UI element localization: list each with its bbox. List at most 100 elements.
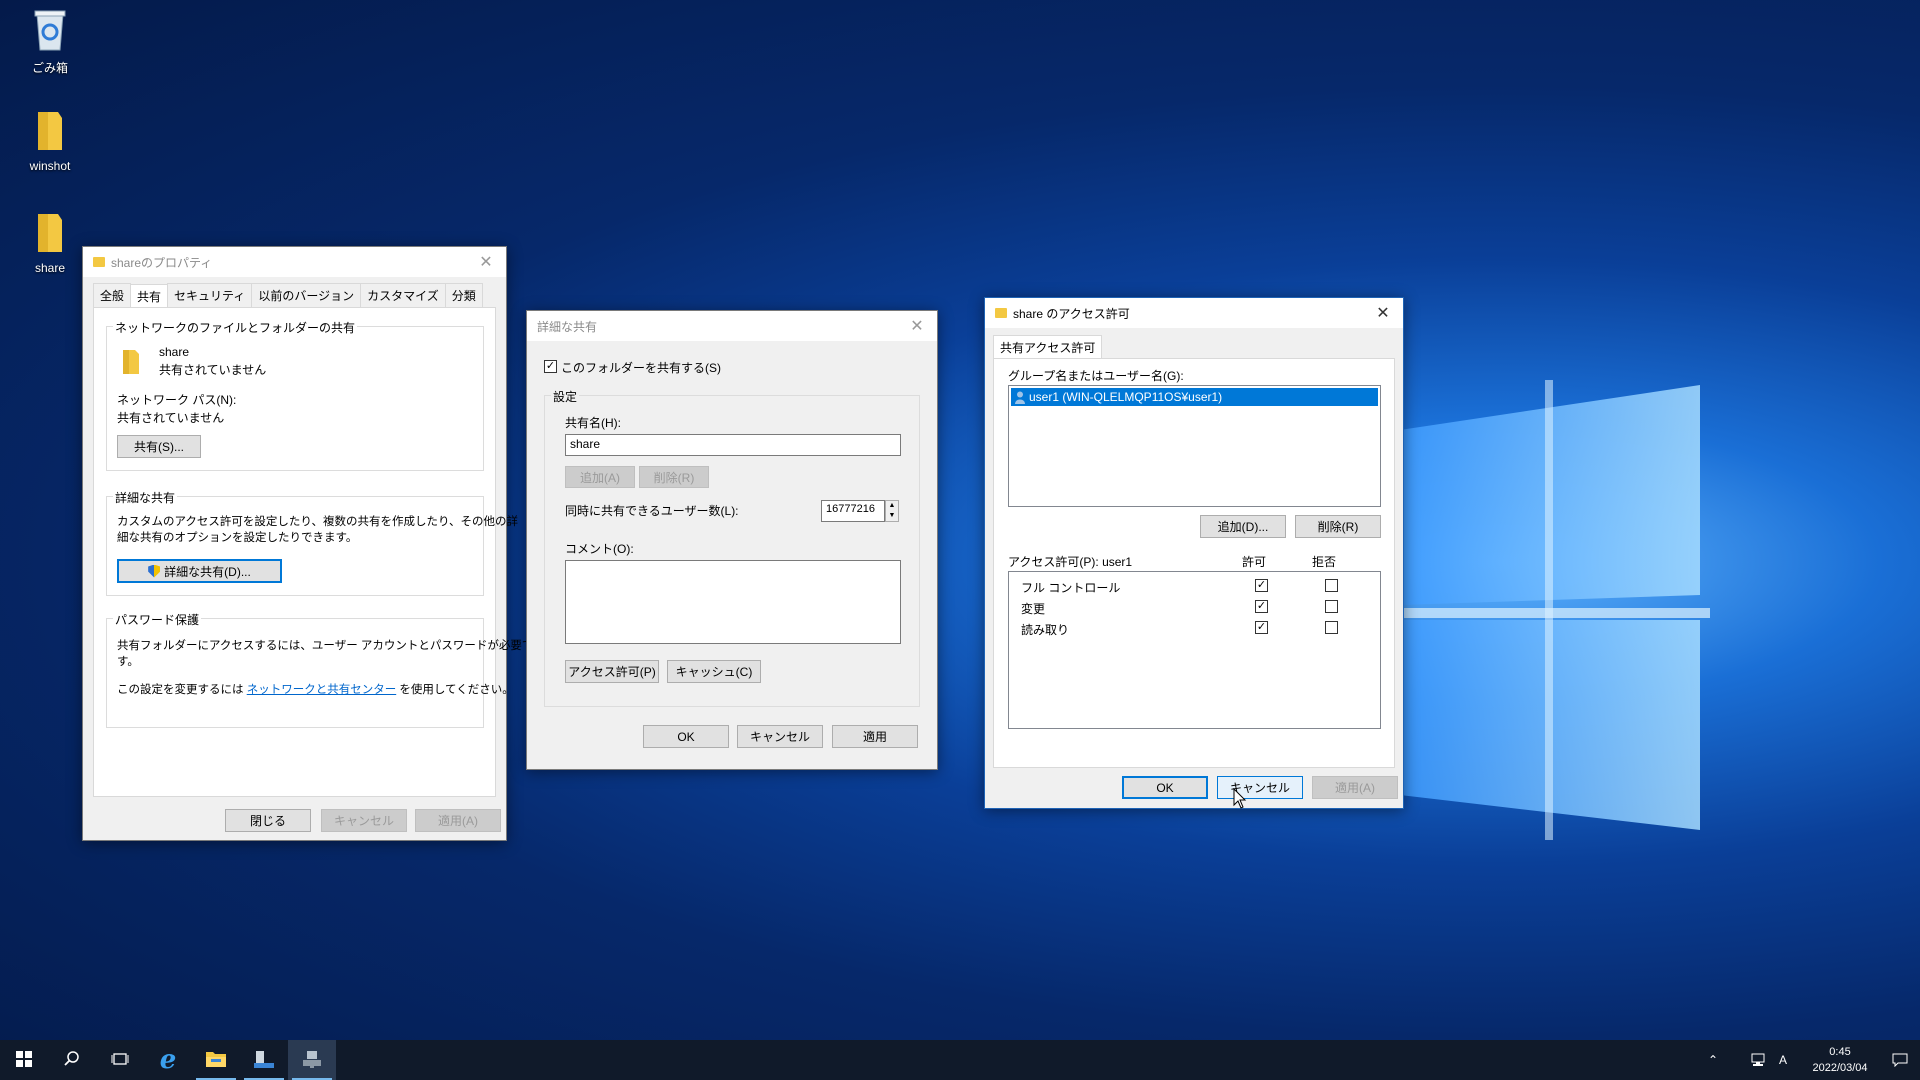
close-icon[interactable]: ✕: [897, 311, 937, 341]
apply-button[interactable]: 適用(A): [1312, 776, 1398, 799]
change-setting-text: この設定を変更するには ネットワークと共有センター を使用してください。: [117, 681, 514, 697]
user-limit-spinner[interactable]: ▲ ▼: [885, 500, 899, 522]
properties-titlebar[interactable]: shareのプロパティ ✕: [83, 247, 506, 277]
user-list-item[interactable]: user1 (WIN-QLELMQP11OS¥user1): [1011, 388, 1378, 406]
advanced-titlebar[interactable]: 詳細な共有 ✕: [527, 311, 937, 341]
desktop-icon-recycle-bin[interactable]: ごみ箱: [10, 8, 90, 76]
allow-checkbox[interactable]: ✓: [1255, 579, 1268, 592]
deny-checkbox[interactable]: [1325, 579, 1338, 592]
internet-explorer-button[interactable]: e: [144, 1040, 192, 1080]
network-path-label: ネットワーク パス(N):: [117, 393, 237, 407]
group-label: パスワード保護: [113, 611, 202, 628]
allow-checkbox[interactable]: ✓: [1255, 621, 1268, 634]
tab-general[interactable]: 全般: [93, 283, 132, 309]
remove-user-button[interactable]: 削除(R): [1295, 515, 1381, 538]
add-user-button[interactable]: 追加(D)...: [1200, 515, 1286, 538]
close-button[interactable]: 閉じる: [225, 809, 311, 832]
search-button[interactable]: [48, 1040, 96, 1080]
user-list: user1 (WIN-QLELMQP11OS¥user1): [1008, 385, 1381, 507]
user-icon: [1015, 391, 1025, 404]
start-button[interactable]: [0, 1040, 48, 1080]
share-button[interactable]: 共有(S)...: [117, 435, 201, 458]
desktop-icon-label: ごみ箱: [31, 61, 68, 75]
change-suffix: を使用してください。: [399, 684, 514, 696]
permissions-titlebar[interactable]: share のアクセス許可 ✕: [985, 298, 1403, 328]
permission-row: 読み取り ✓: [1009, 618, 1380, 638]
cancel-button[interactable]: キャンセル: [1217, 776, 1303, 799]
chevron-up-icon[interactable]: ⌃: [1698, 1053, 1728, 1067]
clock-time: 0:45: [1829, 1046, 1851, 1058]
settings-group: 設定 共有名(H): share 追加(A) 削除(R) 同時に共有できるユーザ…: [544, 388, 920, 707]
network-app-button[interactable]: [288, 1040, 336, 1080]
permission-row: フル コントロール ✓: [1009, 576, 1380, 596]
close-icon[interactable]: ✕: [466, 247, 506, 277]
recycle-bin-icon: [10, 8, 90, 55]
apply-button[interactable]: 適用(A): [415, 809, 501, 832]
deny-checkbox[interactable]: [1325, 621, 1338, 634]
desktop-icon-share[interactable]: share: [10, 212, 90, 275]
remove-share-button[interactable]: 削除(R): [639, 466, 709, 488]
caching-button[interactable]: キャッシュ(C): [667, 660, 761, 683]
tab-classification[interactable]: 分類: [444, 283, 483, 309]
deny-checkbox[interactable]: [1325, 600, 1338, 613]
group-user-label: グループ名またはユーザー名(G):: [1008, 369, 1184, 383]
dialog-title: share のアクセス許可: [1013, 306, 1130, 321]
desktop-icon-winshot[interactable]: winshot: [10, 110, 90, 173]
permissions-list: フル コントロール ✓ 変更 ✓ 読み取り ✓: [1008, 571, 1381, 729]
folder-name: share: [159, 345, 190, 359]
deny-header: 拒否: [1312, 555, 1337, 569]
network-app-icon: [301, 1049, 323, 1072]
dialog-title: shareのプロパティ: [111, 255, 213, 270]
permission-row: 変更 ✓: [1009, 597, 1380, 617]
folder-icon: [10, 110, 90, 155]
password-line2: す。: [117, 656, 139, 668]
clock[interactable]: 0:45 2022/03/04: [1800, 1044, 1880, 1076]
file-explorer-button[interactable]: [192, 1040, 240, 1080]
change-prefix: この設定を変更するには: [117, 684, 244, 696]
permission-name: フル コントロール: [1021, 581, 1121, 595]
permissions-tabs: 共有アクセス許可: [985, 328, 1403, 361]
spin-down-icon[interactable]: ▼: [889, 512, 896, 519]
clock-date: 2022/03/04: [1812, 1062, 1868, 1074]
tab-security[interactable]: セキュリティ: [167, 283, 253, 309]
add-share-button[interactable]: 追加(A): [565, 466, 635, 488]
task-view-icon: [111, 1051, 129, 1070]
folder-icon: [10, 212, 90, 257]
ok-button[interactable]: OK: [1122, 776, 1208, 799]
cancel-button[interactable]: キャンセル: [321, 809, 407, 832]
apply-button[interactable]: 適用: [832, 725, 918, 748]
group-label: ネットワークのファイルとフォルダーの共有: [113, 319, 358, 336]
server-manager-button[interactable]: [240, 1040, 288, 1080]
network-sharing-center-link[interactable]: ネットワークと共有センター: [247, 684, 397, 696]
task-view-button[interactable]: [96, 1040, 144, 1080]
close-icon[interactable]: ✕: [1363, 298, 1403, 328]
allow-checkbox[interactable]: ✓: [1255, 600, 1268, 613]
spin-up-icon[interactable]: ▲: [889, 502, 896, 509]
share-name-label: 共有名(H):: [565, 416, 621, 430]
share-folder-checkbox[interactable]: ✓: [544, 360, 557, 373]
advanced-sharing-dialog: 詳細な共有 ✕ ✓ このフォルダーを共有する(S) 設定 共有名(H): sha…: [526, 310, 938, 770]
internet-explorer-icon: e: [159, 1045, 177, 1075]
password-protection-group: パスワード保護 共有フォルダーにアクセスするには、ユーザー アカウントとパスワー…: [106, 611, 533, 728]
share-properties-dialog: shareのプロパティ ✕ 全般 共有 セキュリティ 以前のバージョン カスタマ…: [82, 246, 533, 841]
permissions-button[interactable]: アクセス許可(P): [565, 660, 659, 683]
tab-previous-versions[interactable]: 以前のバージョン: [251, 283, 362, 309]
user-limit-input[interactable]: 16777216: [821, 500, 885, 522]
network-icon[interactable]: [1744, 1053, 1772, 1067]
comment-textarea[interactable]: [565, 560, 901, 644]
share-name-input[interactable]: share: [565, 434, 901, 456]
dialog-title: 詳細な共有: [537, 319, 598, 334]
search-icon: [64, 1050, 80, 1070]
network-path-value: 共有されていません: [117, 411, 225, 425]
folder-icon: [93, 257, 105, 267]
tab-customize[interactable]: カスタマイズ: [360, 283, 446, 309]
ok-button[interactable]: OK: [643, 725, 729, 748]
notification-icon[interactable]: [1880, 1053, 1920, 1067]
cancel-button[interactable]: キャンセル: [737, 725, 823, 748]
share-permissions-panel: グループ名またはユーザー名(G): user1 (WIN-QLELMQP11OS…: [993, 358, 1395, 768]
ime-indicator[interactable]: A: [1772, 1053, 1794, 1067]
desktop-icon-label: share: [34, 261, 66, 275]
share-permissions-dialog: share のアクセス許可 ✕ 共有アクセス許可 グループ名またはユーザー名(G…: [984, 297, 1404, 809]
advanced-sharing-button[interactable]: 詳細な共有(D)...: [117, 559, 282, 583]
password-line1: 共有フォルダーにアクセスするには、ユーザー アカウントとパスワードが必要で: [117, 640, 534, 652]
